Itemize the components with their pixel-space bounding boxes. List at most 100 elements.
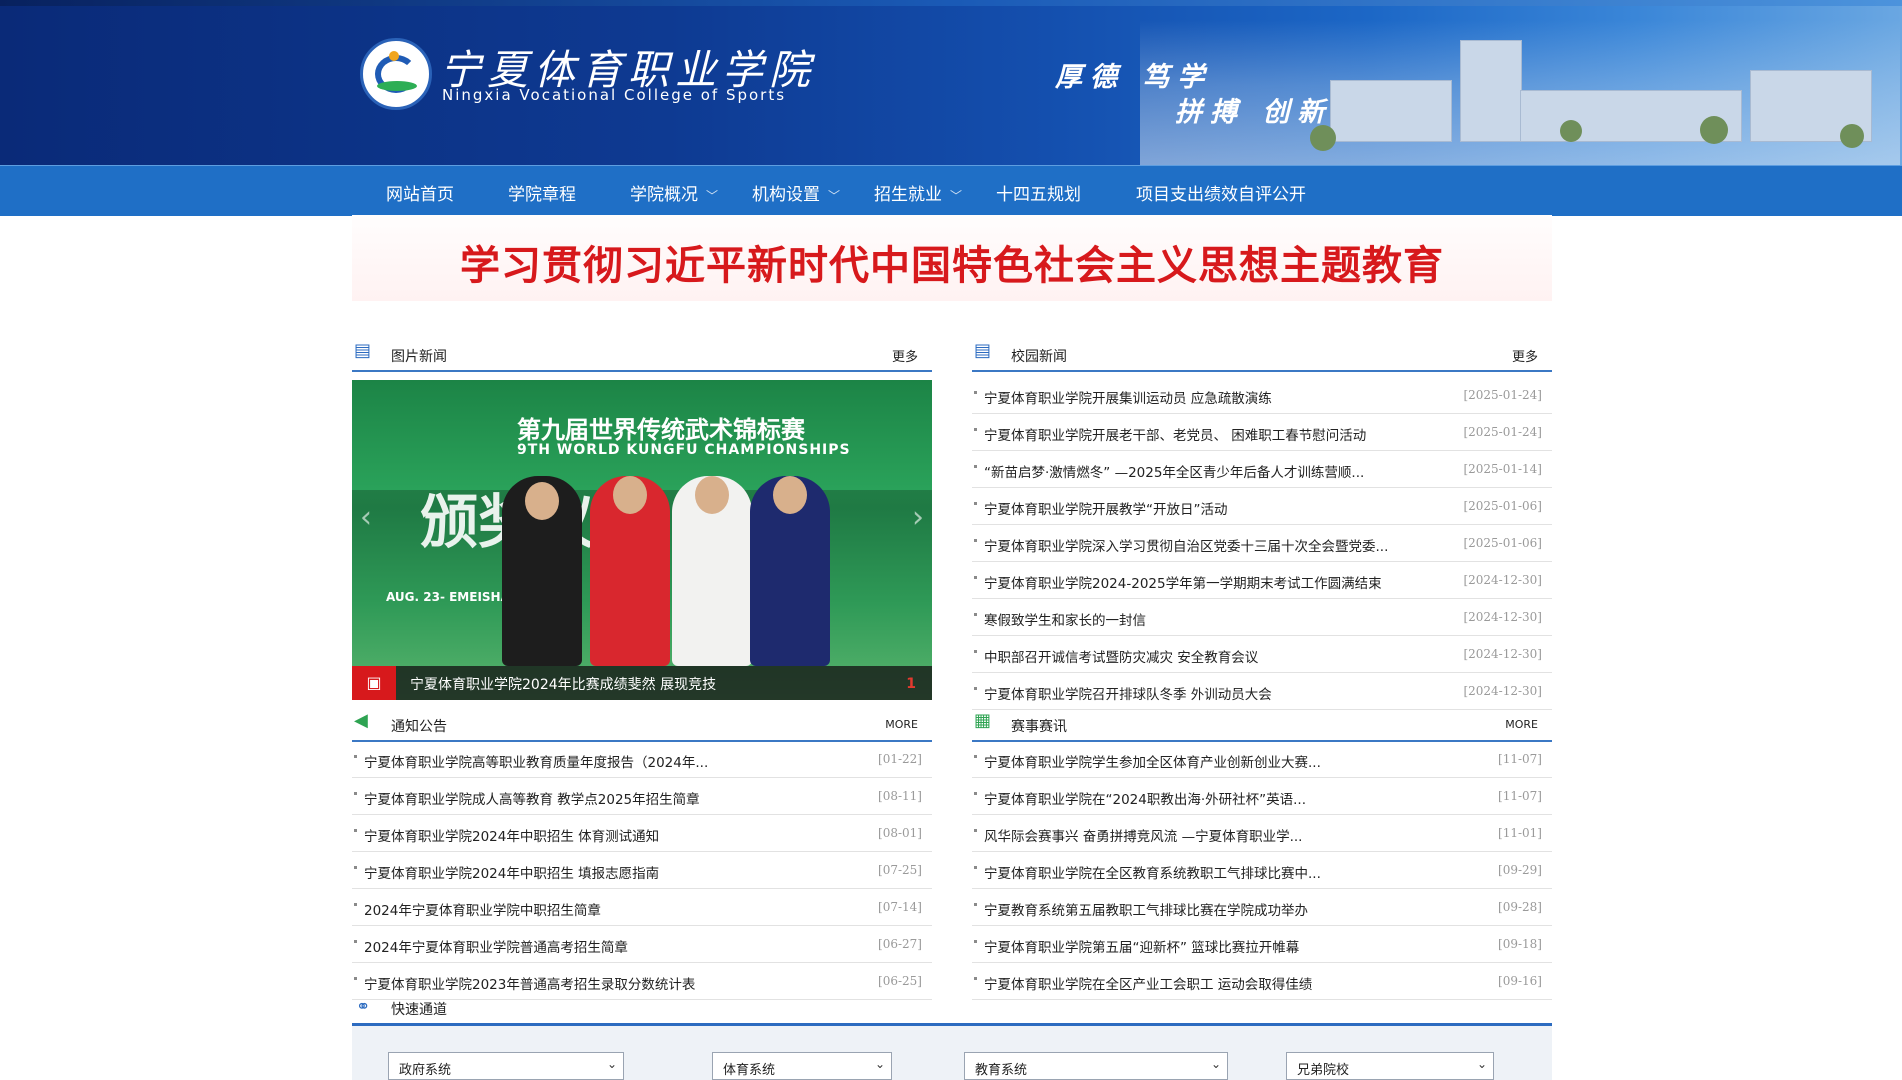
nav-item-departments[interactable]: 机构设置 ﹀ <box>752 180 840 205</box>
list-item[interactable]: 宁夏体育职业学院2024-2025学年第一学期期末考试工作圆满结束 [2024-1… <box>972 562 1552 599</box>
chevron-down-icon: ⌄ <box>874 1057 885 1071</box>
notice-date: [08-11] <box>878 789 922 803</box>
list-item[interactable]: 宁夏体育职业学院深入学习贯彻自治区党委十三届十次全会暨党委... [2025-01… <box>972 525 1552 562</box>
nav-item-home[interactable]: 网站首页 <box>386 180 454 205</box>
college-logo[interactable] <box>360 38 432 110</box>
event-date: [09-28] <box>1498 900 1542 914</box>
event-title[interactable]: 宁夏教育系统第五届教职工气排球比赛在学院成功举办 <box>984 899 1308 919</box>
event-title[interactable]: 宁夏体育职业学院在全区产业工会职工 运动会取得佳绩 <box>984 973 1312 993</box>
campus-news-header: ▤ 校园新闻 更多 <box>972 340 1552 372</box>
list-item[interactable]: 寒假致学生和家长的一封信 [2024-12-30] <box>972 599 1552 636</box>
event-date: [09-18] <box>1498 937 1542 951</box>
event-title[interactable]: 风华际会赛事兴 奋勇拼搏竞风流 —宁夏体育职业学... <box>984 825 1302 845</box>
list-item[interactable]: 宁夏体育职业学院开展集训运动员 应急疏散演练 [2025-01-24] <box>972 377 1552 414</box>
news-date: [2024-12-30] <box>1463 610 1542 624</box>
news-title[interactable]: 寒假致学生和家长的一封信 <box>984 609 1146 629</box>
notice-title[interactable]: 宁夏体育职业学院2024年中职招生 填报志愿指南 <box>364 862 659 882</box>
chevron-down-icon: ﹀ <box>706 189 719 203</box>
nav-item-admissions[interactable]: 招生就业 ﹀ <box>874 180 962 205</box>
select-value: 兄弟院校 <box>1297 1063 1350 1078</box>
prev-arrow-icon[interactable]: ‹ <box>360 500 372 535</box>
list-item[interactable]: 风华际会赛事兴 奋勇拼搏竞风流 —宁夏体育职业学... [11-01] <box>972 815 1552 852</box>
list-item[interactable]: “新苗启梦·激情燃冬” —2025年全区青少年后备人才训练营顺... [2025-… <box>972 451 1552 488</box>
slide-number[interactable]: 1 <box>906 676 916 692</box>
list-item[interactable]: 中职部召开诚信考试暨防灾减灾 安全教育会议 [2024-12-30] <box>972 636 1552 673</box>
select-sister-colleges[interactable]: 兄弟院校 ⌄ <box>1286 1052 1494 1080</box>
list-item[interactable]: 宁夏体育职业学院学生参加全区体育产业创新创业大赛... [11-07] <box>972 741 1552 778</box>
list-item[interactable]: 宁夏体育职业学院召开排球队冬季 外训动员大会 [2024-12-30] <box>972 673 1552 710</box>
news-date: [2025-01-06] <box>1463 499 1542 513</box>
news-title[interactable]: 宁夏体育职业学院2024-2025学年第一学期期末考试工作圆满结束 <box>984 572 1382 592</box>
campus-news-list: 宁夏体育职业学院开展集训运动员 应急疏散演练 [2025-01-24] 宁夏体育职… <box>972 377 1552 710</box>
more-link[interactable]: MORE <box>1505 718 1538 731</box>
motto-line2: 拼搏 创新 <box>1175 97 1333 128</box>
list-item[interactable]: 宁夏体育职业学院成人高等教育 教学点2025年招生简章 [08-11] <box>352 778 932 815</box>
college-name-en: Ningxia Vocational College of Sports <box>442 86 787 104</box>
nav-item-overview[interactable]: 学院概况 ﹀ <box>630 180 718 205</box>
more-link[interactable]: 更多 <box>892 346 918 365</box>
event-date: [11-07] <box>1498 789 1542 803</box>
list-item[interactable]: 2024年宁夏体育职业学院普通高考招生简章 [06-27] <box>352 926 932 963</box>
news-title[interactable]: 宁夏体育职业学院开展教学“开放日”活动 <box>984 498 1228 518</box>
section-title: 校园新闻 <box>1011 349 1067 365</box>
select-government[interactable]: 政府系统 ⌄ <box>388 1052 624 1080</box>
list-item[interactable]: 宁夏体育职业学院2024年中职招生 填报志愿指南 [07-25] <box>352 852 932 889</box>
news-date: [2025-01-14] <box>1463 462 1542 476</box>
list-item[interactable]: 宁夏教育系统第五届教职工气排球比赛在学院成功举办 [09-28] <box>972 889 1552 926</box>
chevron-down-icon: ⌄ <box>606 1057 617 1071</box>
news-title[interactable]: “新苗启梦·激情燃冬” —2025年全区青少年后备人才训练营顺... <box>984 461 1364 481</box>
news-title[interactable]: 宁夏体育职业学院开展集训运动员 应急疏散演练 <box>984 387 1272 407</box>
theme-banner[interactable]: 学习贯彻习近平新时代中国特色社会主义思想主题教育 <box>352 215 1552 301</box>
list-item[interactable]: 宁夏体育职业学院开展老干部、老党员、 困难职工春节慰问活动 [2025-01-24… <box>972 414 1552 451</box>
list-item[interactable]: 宁夏体育职业学院第五届“迎新杯” 篮球比赛拉开帷幕 [09-18] <box>972 926 1552 963</box>
more-link[interactable]: 更多 <box>1512 346 1538 365</box>
news-title[interactable]: 宁夏体育职业学院深入学习贯彻自治区党委十三届十次全会暨党委... <box>984 535 1388 555</box>
event-title[interactable]: 宁夏体育职业学院第五届“迎新杯” 篮球比赛拉开帷幕 <box>984 936 1299 956</box>
nav-item-performance[interactable]: 项目支出绩效自评公开 <box>1136 180 1306 205</box>
event-date: [09-16] <box>1498 974 1542 988</box>
photo-caption-bar: ▣ 宁夏体育职业学院2024年比赛成绩斐然 展现竞技 1 <box>352 666 932 700</box>
nav-item-charter[interactable]: 学院章程 <box>508 180 576 205</box>
list-item[interactable]: 宁夏体育职业学院2024年中职招生 体育测试通知 [08-01] <box>352 815 932 852</box>
news-title[interactable]: 宁夏体育职业学院召开排球队冬季 外训动员大会 <box>984 683 1272 703</box>
event-date: [11-01] <box>1498 826 1542 840</box>
photo-event-title: 第九届世界传统武术锦标赛 <box>517 416 805 444</box>
notice-title[interactable]: 宁夏体育职业学院2024年中职招生 体育测试通知 <box>364 825 659 845</box>
chevron-down-icon: ⌄ <box>1210 1057 1221 1071</box>
event-title[interactable]: 宁夏体育职业学院学生参加全区体育产业创新创业大赛... <box>984 751 1321 771</box>
list-item[interactable]: 2024年宁夏体育职业学院中职招生简章 [07-14] <box>352 889 932 926</box>
news-date: [2024-12-30] <box>1463 647 1542 661</box>
next-arrow-icon[interactable]: › <box>912 500 924 535</box>
photo-event-en: 9TH WORLD KUNGFU CHAMPIONSHIPS <box>517 442 851 458</box>
list-item[interactable]: 宁夏体育职业学院高等职业教育质量年度报告（2024年... [01-22] <box>352 741 932 778</box>
select-value: 政府系统 <box>399 1063 452 1078</box>
list-item[interactable]: 宁夏体育职业学院开展教学“开放日”活动 [2025-01-06] <box>972 488 1552 525</box>
notice-title[interactable]: 2024年宁夏体育职业学院普通高考招生简章 <box>364 936 628 956</box>
news-date: [2024-12-30] <box>1463 684 1542 698</box>
event-date: [09-29] <box>1498 863 1542 877</box>
document-icon: ▦ <box>974 710 992 731</box>
select-value: 体育系统 <box>723 1063 776 1078</box>
event-title[interactable]: 宁夏体育职业学院在全区教育系统教职工气排球比赛中... <box>984 862 1321 882</box>
notice-title[interactable]: 宁夏体育职业学院成人高等教育 教学点2025年招生简章 <box>364 788 700 808</box>
news-title[interactable]: 中职部召开诚信考试暨防灾减灾 安全教育会议 <box>984 646 1258 666</box>
nav-item-14th-plan[interactable]: 十四五规划 <box>996 180 1081 205</box>
nav-label: 机构设置 <box>752 185 820 205</box>
main-nav: 网站首页 学院章程 学院概况 ﹀ 机构设置 ﹀ 招生就业 ﹀ 十四五规划 项目支出绩效… <box>0 165 1902 216</box>
list-item[interactable]: 宁夏体育职业学院在“2024职教出海·外研社杯”英语... [11-07] <box>972 778 1552 815</box>
notice-date: [06-27] <box>878 937 922 951</box>
select-sports[interactable]: 体育系统 ⌄ <box>712 1052 892 1080</box>
athlete-head <box>695 476 729 514</box>
news-title[interactable]: 宁夏体育职业学院开展老干部、老党员、 困难职工春节慰问活动 <box>984 424 1366 444</box>
more-link[interactable]: MORE <box>885 718 918 731</box>
athlete-head <box>613 476 647 514</box>
photo-caption[interactable]: 宁夏体育职业学院2024年比赛成绩斐然 展现竞技 <box>410 674 716 694</box>
notice-title[interactable]: 2024年宁夏体育职业学院中职招生简章 <box>364 899 601 919</box>
select-value: 教育系统 <box>975 1063 1028 1078</box>
list-item[interactable]: 宁夏体育职业学院在全区教育系统教职工气排球比赛中... [09-29] <box>972 852 1552 889</box>
photo-news-slide[interactable]: 第九届世界传统武术锦标赛 9TH WORLD KUNGFU CHAMPIONSH… <box>352 380 932 700</box>
event-title[interactable]: 宁夏体育职业学院在“2024职教出海·外研社杯”英语... <box>984 788 1306 808</box>
select-education[interactable]: 教育系统 ⌄ <box>964 1052 1228 1080</box>
notice-title[interactable]: 宁夏体育职业学院2023年普通高考招生录取分数统计表 <box>364 973 695 993</box>
notice-title[interactable]: 宁夏体育职业学院高等职业教育质量年度报告（2024年... <box>364 751 708 771</box>
